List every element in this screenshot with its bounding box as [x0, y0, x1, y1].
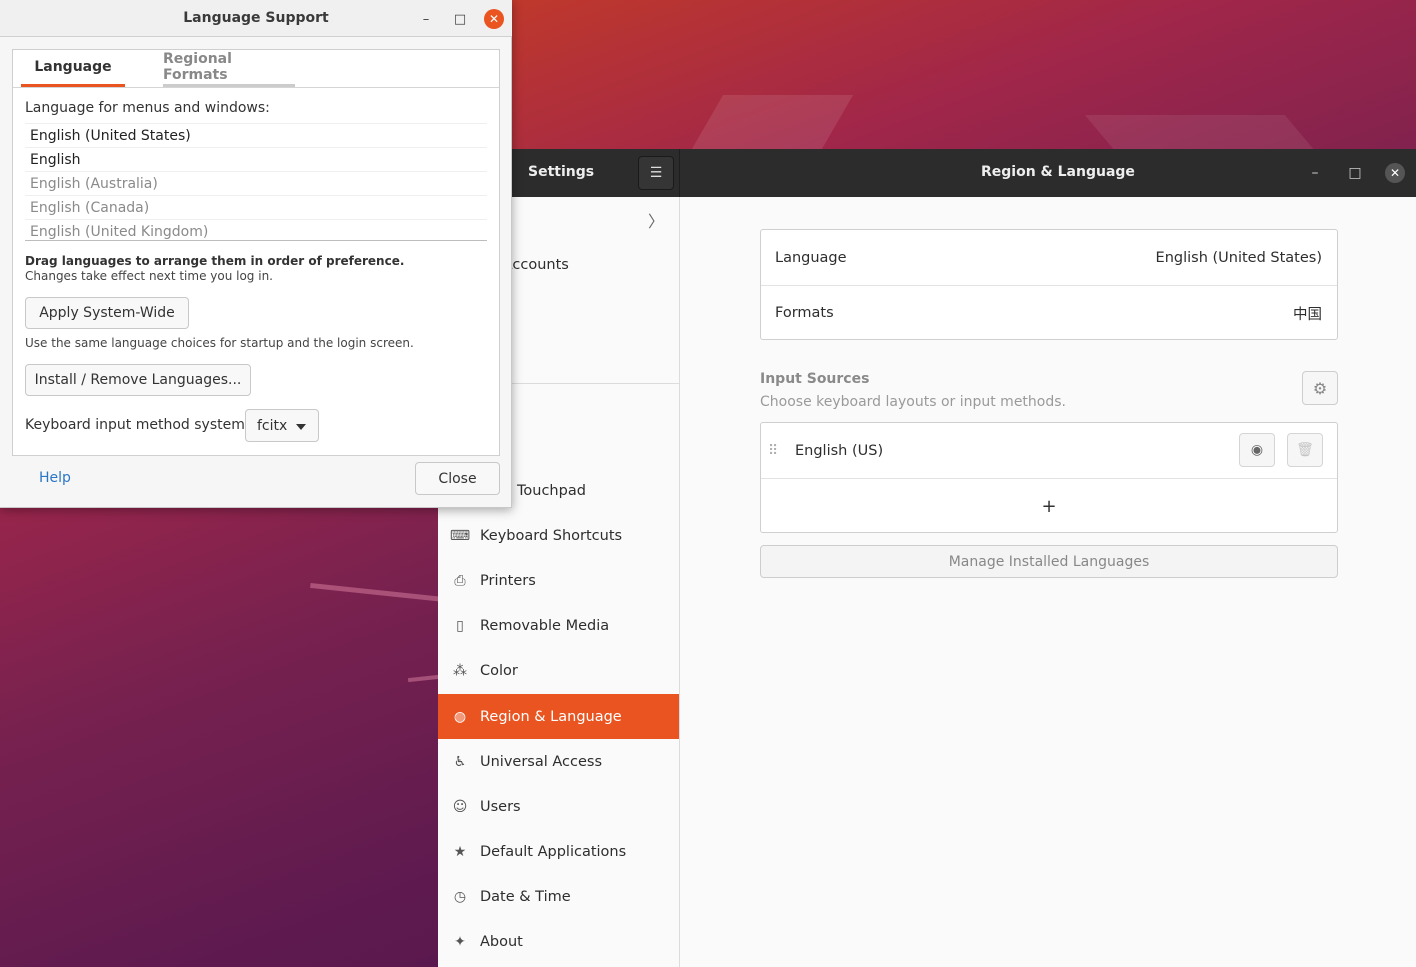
sidebar-item-label: Users: [480, 798, 521, 815]
keyboard-input-method-label: Keyboard input method system:: [25, 417, 250, 433]
clock-icon: ◷: [453, 888, 467, 905]
help-link[interactable]: Help: [39, 470, 71, 486]
sidebar-item-date-time[interactable]: ◷ Date & Time: [438, 874, 679, 919]
sidebar-item-label: Printers: [480, 572, 536, 589]
add-input-source-button[interactable]: +: [761, 479, 1337, 533]
maximize-icon: □: [1348, 165, 1362, 181]
keyboard-input-method-value: fcitx: [257, 417, 288, 434]
drag-handle-icon[interactable]: ⠿: [768, 443, 778, 459]
globe-icon: ◍: [453, 708, 467, 725]
gear-icon: ⚙: [1312, 378, 1328, 398]
list-item[interactable]: English (Canada): [25, 195, 487, 219]
eye-icon: ◉: [1250, 442, 1264, 458]
input-sources-options-button[interactable]: ⚙: [1302, 371, 1338, 405]
removable-media-icon: ▯: [456, 617, 464, 634]
sidebar-item-keyboard-shortcuts[interactable]: ⌨ Keyboard Shortcuts: [438, 513, 679, 558]
sidebar-item-label: Keyboard Shortcuts: [480, 527, 623, 544]
manage-installed-languages-button[interactable]: Manage Installed Languages: [760, 545, 1338, 578]
hamburger-icon: ☰: [649, 165, 663, 181]
apply-hint: Use the same language choices for startu…: [25, 336, 414, 350]
list-item[interactable]: English (Australia): [25, 171, 487, 195]
keyboard-icon: ⌨: [449, 527, 471, 544]
settings-titlebar: Settings ☰ Region & Language – □ ✕: [438, 149, 1416, 197]
minimize-button[interactable]: –: [416, 9, 436, 29]
printer-icon: ⎙: [454, 572, 466, 589]
formats-label: Formats: [775, 305, 834, 321]
sidebar-item-color[interactable]: ⁂ Color: [438, 648, 679, 693]
settings-window: Settings ☰ Region & Language – □ ✕ cy 〉 …: [438, 149, 1416, 967]
maximize-icon: □: [453, 11, 467, 27]
drag-hint: Drag languages to arrange them in order …: [25, 254, 405, 268]
trash-icon: 🗑: [1296, 442, 1314, 458]
keyboard-input-method-select[interactable]: fcitx: [245, 409, 319, 442]
star-icon: ★: [453, 843, 467, 860]
language-support-titlebar: Language Support – □ ✕: [0, 0, 512, 37]
list-item[interactable]: English: [25, 147, 487, 171]
language-support-window: Language Support – □ ✕ Language Regional…: [0, 0, 512, 508]
sidebar-item-printers[interactable]: ⎙ Printers: [438, 558, 679, 603]
input-sources-title: Input Sources: [760, 371, 870, 387]
sidebar-item-about[interactable]: ✦ About: [438, 919, 679, 964]
sidebar-item-default-applications[interactable]: ★ Default Applications: [438, 829, 679, 874]
apply-system-wide-button[interactable]: Apply System-Wide: [25, 297, 189, 329]
sidebar-item-removable-media[interactable]: ▯ Removable Media: [438, 603, 679, 648]
language-list: English (United States) English English …: [25, 123, 487, 241]
language-label: Language: [775, 249, 847, 266]
input-source-row[interactable]: ⠿ English (US) ◉ 🗑: [761, 423, 1337, 478]
language-value: English (United States): [1155, 249, 1322, 266]
close-icon: ✕: [488, 12, 500, 26]
accessibility-icon: ♿: [453, 753, 467, 770]
language-panel: Language Regional Formats Language for m…: [12, 49, 500, 456]
tab-language[interactable]: Language: [21, 50, 125, 87]
sidebar-item-users[interactable]: ☺ Users: [438, 784, 679, 829]
language-formats-frame: Language English (United States) Formats…: [760, 229, 1338, 340]
maximize-button[interactable]: □: [1345, 163, 1365, 183]
close-icon: ✕: [1389, 166, 1401, 180]
minimize-icon: –: [1311, 165, 1319, 181]
formats-value: 中国: [1293, 306, 1322, 323]
color-icon: ⁂: [453, 662, 467, 679]
hamburger-menu-button[interactable]: ☰: [638, 156, 674, 190]
close-window-button[interactable]: ✕: [1385, 163, 1405, 183]
page-title: Region & Language: [981, 164, 1135, 180]
region-language-panel: Language English (United States) Formats…: [681, 197, 1416, 967]
sidebar-item-label: Default Applications: [480, 843, 627, 860]
input-sources-frame: ⠿ English (US) ◉ 🗑 +: [760, 422, 1338, 533]
sidebar-item-label: Removable Media: [480, 617, 610, 634]
remove-input-source-button[interactable]: 🗑: [1287, 433, 1323, 467]
minimize-icon: –: [422, 11, 430, 27]
about-icon: ✦: [454, 933, 466, 950]
sidebar-item-label: Date & Time: [480, 888, 571, 905]
language-row[interactable]: Language English (United States): [761, 230, 1337, 285]
languages-label: Language for menus and windows:: [25, 100, 270, 116]
sidebar-item-label: Color: [480, 662, 518, 679]
sidebar-item-label: Region & Language: [480, 708, 622, 725]
chevron-down-icon: [296, 424, 306, 430]
wallpaper-line: [310, 582, 445, 603]
list-item[interactable]: English (United States): [25, 123, 487, 147]
minimize-button[interactable]: –: [1305, 163, 1325, 183]
chevron-right-icon: 〉: [647, 211, 664, 231]
tab-regional-formats[interactable]: Regional Formats: [163, 50, 295, 87]
sidebar-item-label: About: [480, 933, 523, 950]
settings-title: Settings: [528, 164, 595, 180]
sidebar-item-label: Universal Access: [480, 753, 603, 770]
preview-layout-button[interactable]: ◉: [1239, 433, 1275, 467]
input-sources-subtitle: Choose keyboard layouts or input methods…: [760, 394, 1066, 410]
maximize-button[interactable]: □: [450, 9, 470, 29]
close-window-button[interactable]: ✕: [484, 9, 504, 29]
plus-icon: +: [1041, 495, 1057, 517]
tab-bar: Language Regional Formats: [13, 50, 499, 88]
sidebar-item-region-language[interactable]: ◍ Region & Language: [438, 694, 679, 739]
input-source-label: English (US): [795, 442, 884, 459]
users-icon: ☺: [452, 798, 468, 815]
close-button[interactable]: Close: [415, 462, 500, 495]
list-item[interactable]: English (United Kingdom): [25, 219, 487, 243]
changes-hint: Changes take effect next time you log in…: [25, 269, 273, 283]
install-remove-languages-button[interactable]: Install / Remove Languages...: [25, 364, 251, 396]
sidebar-item-universal-access[interactable]: ♿ Universal Access: [438, 739, 679, 784]
formats-row[interactable]: Formats 中国: [761, 286, 1337, 340]
